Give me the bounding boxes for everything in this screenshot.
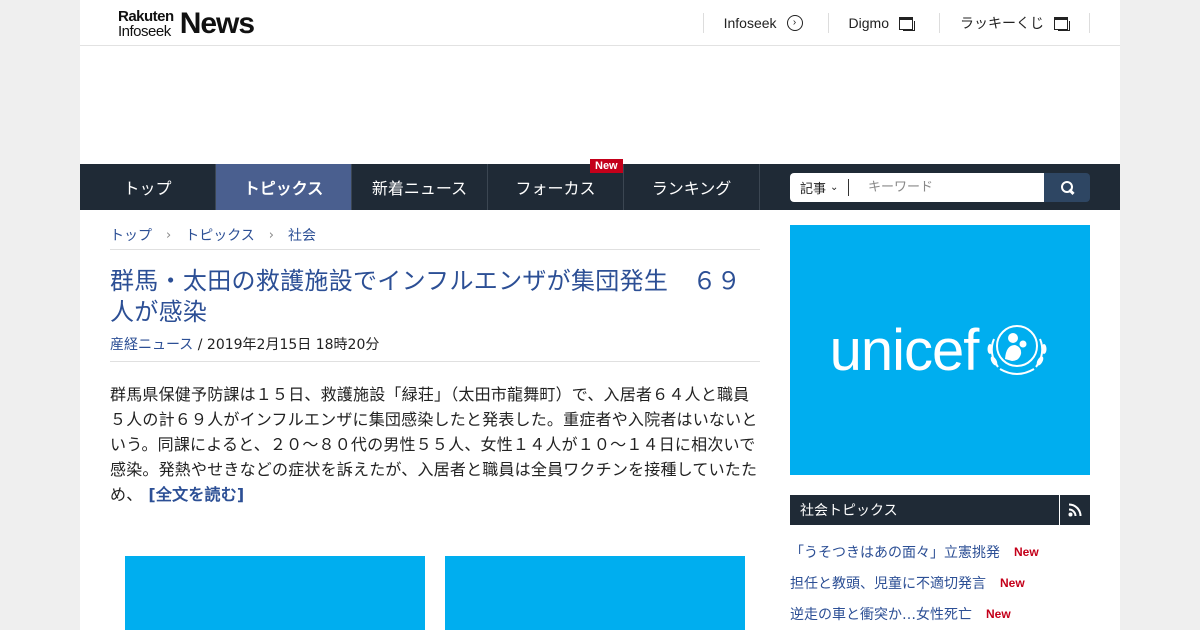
nav-item-label: 新着ニュース <box>371 179 468 198</box>
article-source-link[interactable]: 産経ニュース <box>110 337 193 353</box>
divider <box>110 249 760 250</box>
breadcrumb-item-society[interactable]: 社会 <box>288 225 316 245</box>
unicef-ad-banner[interactable]: unicef <box>790 225 1090 475</box>
nav-item-label: トピックス <box>243 179 324 198</box>
select-divider <box>848 179 850 196</box>
article-date: / 2019年2月15日 18時20分 <box>193 337 380 353</box>
topic-link[interactable]: 「うそつきはあの面々」立憲挑発 <box>790 542 1000 562</box>
sidebar-section-header: 社会トピックス <box>790 495 1090 525</box>
article-body: 群馬県保健予防課は１５日、救護施設「緑荘」（太田市龍舞町）で、入居者６４人と職員… <box>110 382 760 507</box>
search-bar: 記事 ⌄ <box>790 173 1090 202</box>
ad-banner[interactable] <box>445 556 745 630</box>
breadcrumb-item-top[interactable]: トップ <box>110 225 152 245</box>
unicef-emblem-icon <box>987 325 1047 375</box>
circle-arrow-icon: › <box>786 15 803 31</box>
header-link-digmo[interactable]: Digmo <box>827 13 939 33</box>
ad-row <box>125 556 745 630</box>
header-link-label: Infoseek <box>723 15 777 31</box>
site-header: Rakuten Infoseek News Infoseek › Digmo ラ… <box>80 0 1120 46</box>
nav-item-label: トップ <box>123 179 172 198</box>
unicef-logo-text: unicef <box>829 317 980 383</box>
article-main: トップ › トピックス › 社会 群馬・太田の救護施設でインフルエンザが集団発生… <box>110 225 760 630</box>
search-category-select[interactable]: 記事 ⌄ <box>790 173 856 202</box>
nav-item-top[interactable]: トップ <box>80 164 216 210</box>
page: Rakuten Infoseek News Infoseek › Digmo ラ… <box>80 0 1120 630</box>
search-icon <box>1060 181 1074 194</box>
header-link-label: Digmo <box>848 15 889 31</box>
nav-item-latest-news[interactable]: 新着ニュース <box>352 164 488 210</box>
topic-link[interactable]: 逆走の車と衝突か…女性死亡 <box>790 604 972 624</box>
chevron-right-icon: › <box>268 227 274 243</box>
new-badge: New <box>1000 575 1025 590</box>
nav-item-label: ランキング <box>651 179 732 198</box>
header-links: Infoseek › Digmo ラッキーくじ <box>702 13 1090 33</box>
chevron-right-icon: › <box>166 227 172 243</box>
logo-bottom-text: Infoseek <box>118 23 171 40</box>
list-item[interactable]: 「うそつきはあの面々」立憲挑発 New <box>790 536 1090 567</box>
nav-item-focus[interactable]: フォーカス New <box>488 159 624 210</box>
main-nav: トップ トピックス 新着ニュース フォーカス New ランキング 記事 ⌄ <box>80 159 1120 210</box>
new-badge: New <box>986 606 1011 621</box>
article-title: 群馬・太田の救護施設でインフルエンザが集団発生 ６９人が感染 <box>110 267 742 326</box>
nav-item-topics[interactable]: トピックス <box>216 164 352 210</box>
site-logo[interactable]: Rakuten Infoseek News <box>118 7 255 41</box>
list-item[interactable]: 逆走の車と衝突か…女性死亡 New <box>790 598 1090 629</box>
breadcrumb: トップ › トピックス › 社会 <box>110 225 760 249</box>
logo-top-text: Rakuten <box>118 8 174 25</box>
logo-brand: Rakuten Infoseek <box>118 9 174 39</box>
read-more-link[interactable]: [全文を読む] <box>148 485 244 504</box>
header-link-infoseek[interactable]: Infoseek › <box>702 13 828 33</box>
ad-banner[interactable] <box>125 556 425 630</box>
list-item[interactable]: 担任と教頭、児童に不適切発言 New <box>790 567 1090 598</box>
search-input[interactable] <box>856 173 1044 202</box>
topic-link[interactable]: 担任と教頭、児童に不適切発言 <box>790 573 986 593</box>
logo-news-text: News <box>179 7 255 40</box>
header-link-label: ラッキーくじ <box>960 15 1044 31</box>
new-badge: New <box>1014 544 1039 559</box>
search-category-label: 記事 <box>800 182 827 197</box>
sidebar-section-title[interactable]: 社会トピックス <box>790 495 1059 525</box>
nav-item-ranking[interactable]: ランキング <box>624 164 760 210</box>
rss-icon <box>1068 503 1082 517</box>
header-link-lucky-kuji[interactable]: ラッキーくじ <box>939 13 1090 33</box>
article-meta: 産経ニュース / 2019年2月15日 18時20分 <box>110 334 760 362</box>
search-button[interactable] <box>1044 173 1090 202</box>
sidebar-topic-list: 「うそつきはあの面々」立憲挑発 New 担任と教頭、児童に不適切発言 New 逆… <box>790 536 1090 629</box>
external-window-icon <box>1054 16 1070 31</box>
chevron-down-icon: ⌄ <box>830 182 839 193</box>
external-window-icon <box>899 16 915 31</box>
rss-feed-button[interactable] <box>1060 495 1090 525</box>
breadcrumb-item-topics[interactable]: トピックス <box>185 225 255 245</box>
new-badge: New <box>590 159 623 173</box>
nav-item-label: フォーカス <box>515 179 596 198</box>
